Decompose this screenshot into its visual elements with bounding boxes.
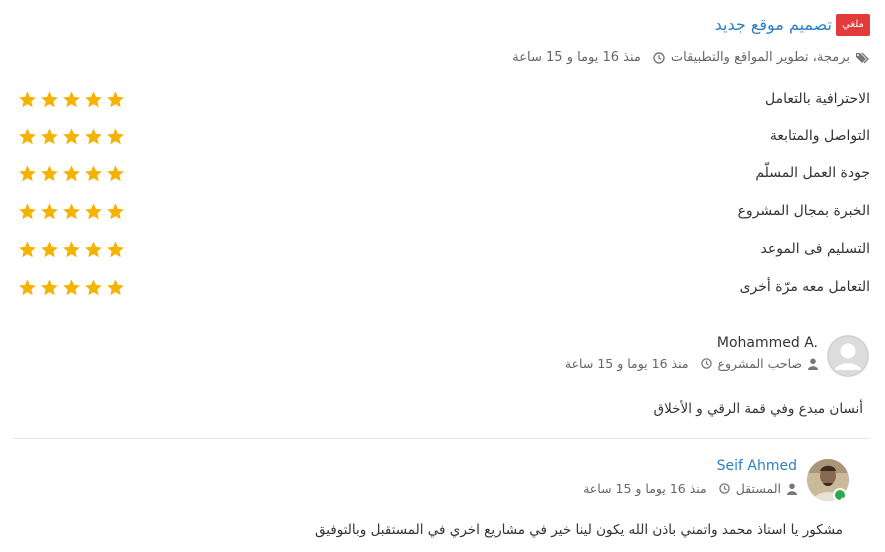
star-icon <box>85 240 102 257</box>
rating-label: جودة العمل المسلّم <box>755 165 870 181</box>
rating-label: التعامل معه مرّة أخرى <box>739 279 870 295</box>
clock-icon <box>719 483 730 494</box>
check-icon <box>836 497 844 504</box>
user-icon <box>808 358 818 370</box>
star-icon <box>63 240 80 257</box>
star-icon <box>85 202 102 219</box>
star-icon <box>107 202 124 219</box>
rating-row: التعامل معه مرّة أخرى <box>18 275 870 299</box>
rating-row: الخبرة بمجال المشروع <box>18 199 870 223</box>
rating-stars <box>18 278 125 297</box>
comment-author-role: صاحب المشروع <box>717 356 802 371</box>
star-icon <box>85 278 102 295</box>
star-icon <box>19 240 36 257</box>
rating-label: التسليم فى الموعد <box>760 241 871 257</box>
rating-stars <box>18 90 125 109</box>
star-icon <box>107 164 124 181</box>
clock-icon <box>700 358 712 369</box>
comment-divider <box>13 438 870 439</box>
star-icon <box>19 164 36 181</box>
comment-text: أنسان مبدع وفي قمة الرقي و الأخلاق <box>653 401 863 417</box>
comment-author-role: المستقل <box>735 481 781 496</box>
rating-stars <box>18 164 125 183</box>
star-icon <box>63 164 80 181</box>
project-title-link[interactable]: تصميم موقع جديد <box>715 15 832 34</box>
star-icon <box>107 127 124 144</box>
star-icon <box>85 127 102 144</box>
star-icon <box>85 90 102 107</box>
comment-meta: صاحب المشروع منذ 16 يوما و 15 ساعة <box>565 356 818 371</box>
star-icon <box>19 127 36 144</box>
rating-row: التواصل والمتابعة <box>18 124 870 148</box>
star-icon <box>63 127 80 144</box>
rating-stars <box>18 202 125 221</box>
comment-author-name[interactable]: Seif Ahmed <box>717 458 797 474</box>
comment-text: مشكور يا استاذ محمد واتمني باذن الله يكو… <box>314 522 843 538</box>
comment-time: منذ 16 يوما و 15 ساعة <box>564 356 689 371</box>
star-icon <box>41 278 58 295</box>
rating-row: التسليم فى الموعد <box>18 237 870 261</box>
user-placeholder-icon <box>827 335 869 377</box>
project-time: منذ 16 يوما و 15 ساعة <box>512 50 641 65</box>
star-icon <box>63 278 80 295</box>
rating-stars <box>18 240 125 259</box>
rating-row: الاحترافية بالتعامل <box>18 87 870 111</box>
star-icon <box>107 90 124 107</box>
user-icon <box>787 483 797 495</box>
project-meta: برمجة، تطوير المواقع والتطبيقات منذ 16 ي… <box>512 50 870 65</box>
star-icon <box>107 278 124 295</box>
avatar[interactable] <box>827 335 869 377</box>
project-category[interactable]: برمجة، تطوير المواقع والتطبيقات <box>671 50 850 65</box>
rating-label: الخبرة بمجال المشروع <box>737 203 870 219</box>
comment-time: منذ 16 يوما و 15 ساعة <box>583 481 707 496</box>
star-icon <box>63 90 80 107</box>
star-icon <box>107 240 124 257</box>
star-icon <box>85 164 102 181</box>
status-badge: ملغي <box>836 14 870 36</box>
star-icon <box>41 240 58 257</box>
star-icon <box>41 164 58 181</box>
rating-row: جودة العمل المسلّم <box>18 161 870 185</box>
rating-label: الاحترافية بالتعامل <box>764 91 870 107</box>
comment-author-name[interactable]: Mohammed A. <box>717 335 818 351</box>
star-icon <box>41 90 58 107</box>
rating-label: التواصل والمتابعة <box>769 128 870 144</box>
star-icon <box>19 278 36 295</box>
star-icon <box>19 90 36 107</box>
star-icon <box>41 127 58 144</box>
star-icon <box>41 202 58 219</box>
clock-icon <box>653 51 665 64</box>
online-status-indicator <box>833 488 847 504</box>
tags-icon <box>856 52 869 63</box>
star-icon <box>63 202 80 219</box>
rating-stars <box>18 127 125 146</box>
comment-meta: المستقل منذ 16 يوما و 15 ساعة <box>583 481 797 496</box>
star-icon <box>19 202 36 219</box>
